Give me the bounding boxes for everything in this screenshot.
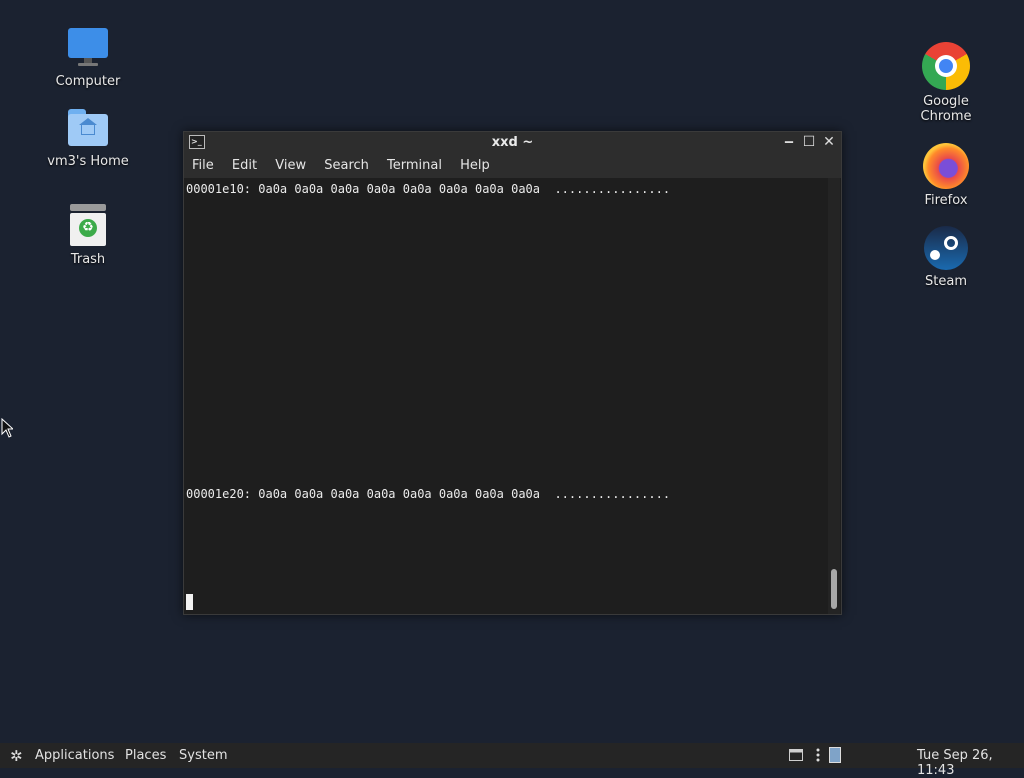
terminal-line: 00001e20: 0a0a 0a0a 0a0a 0a0a 0a0a 0a0a … [186, 487, 671, 501]
desktop-icon-label: vm3's Home [47, 154, 129, 169]
desktop-icon-chrome[interactable]: Google Chrome [896, 42, 996, 124]
desktop-icon-label: Steam [925, 274, 967, 289]
computer-icon [66, 26, 110, 70]
desktop-icon-label: Computer [55, 74, 121, 89]
scrollbar-thumb[interactable] [831, 569, 837, 609]
menu-edit[interactable]: Edit [232, 154, 257, 178]
system-menu[interactable]: System [179, 748, 227, 763]
scrollbar-track[interactable] [828, 178, 840, 614]
desktop-icon-label: Google Chrome [920, 94, 972, 124]
minimize-button[interactable]: ‒ [781, 134, 797, 150]
firefox-icon [923, 143, 969, 189]
desktop-icon-trash[interactable]: ♻ Trash [38, 204, 138, 267]
mouse-pointer-icon [1, 418, 13, 438]
desktop-icon-firefox[interactable]: Firefox [896, 143, 996, 208]
show-desktop-icon[interactable] [789, 749, 803, 761]
menu-view[interactable]: View [275, 154, 306, 178]
menubar: File Edit View Search Terminal Help [184, 154, 841, 178]
desktop-icon-steam[interactable]: Steam [896, 226, 996, 289]
home-folder-icon [66, 106, 110, 150]
maximize-button[interactable]: ☐ [801, 134, 817, 150]
chrome-icon [922, 42, 970, 90]
steam-icon [924, 226, 968, 270]
trash-icon: ♻ [66, 204, 110, 248]
desktop-icon-home[interactable]: vm3's Home [38, 106, 138, 169]
applications-menu[interactable]: Applications [35, 748, 114, 763]
places-menu[interactable]: Places [125, 748, 166, 763]
menu-search[interactable]: Search [324, 154, 369, 178]
gnome-foot-icon: ✲ [10, 747, 23, 765]
terminal-output[interactable]: 00001e10: 0a0a 0a0a 0a0a 0a0a 0a0a 0a0a … [184, 178, 827, 614]
window-titlebar[interactable]: >_ xxd ~ ‒ ☐ ✕ [184, 132, 841, 154]
clock[interactable]: Tue Sep 26, 11:43 [917, 748, 1024, 778]
text-cursor [186, 594, 193, 610]
workspace-switcher-icon[interactable] [829, 747, 841, 763]
close-button[interactable]: ✕ [821, 134, 837, 150]
window-title: xxd ~ [491, 135, 534, 150]
desktop-icon-label: Firefox [924, 193, 968, 208]
menu-terminal[interactable]: Terminal [387, 154, 442, 178]
bottom-panel: ✲ Applications Places System Tue Sep 26,… [0, 743, 1024, 778]
desktop-icon-label: Trash [70, 252, 106, 267]
terminal-window[interactable]: >_ xxd ~ ‒ ☐ ✕ File Edit View Search Ter… [183, 131, 842, 615]
menu-help[interactable]: Help [460, 154, 490, 178]
separator-dots-icon [816, 748, 820, 762]
terminal-line: 00001e10: 0a0a 0a0a 0a0a 0a0a 0a0a 0a0a … [186, 182, 671, 196]
menu-file[interactable]: File [192, 154, 214, 178]
desktop-icon-computer[interactable]: Computer [38, 26, 138, 89]
